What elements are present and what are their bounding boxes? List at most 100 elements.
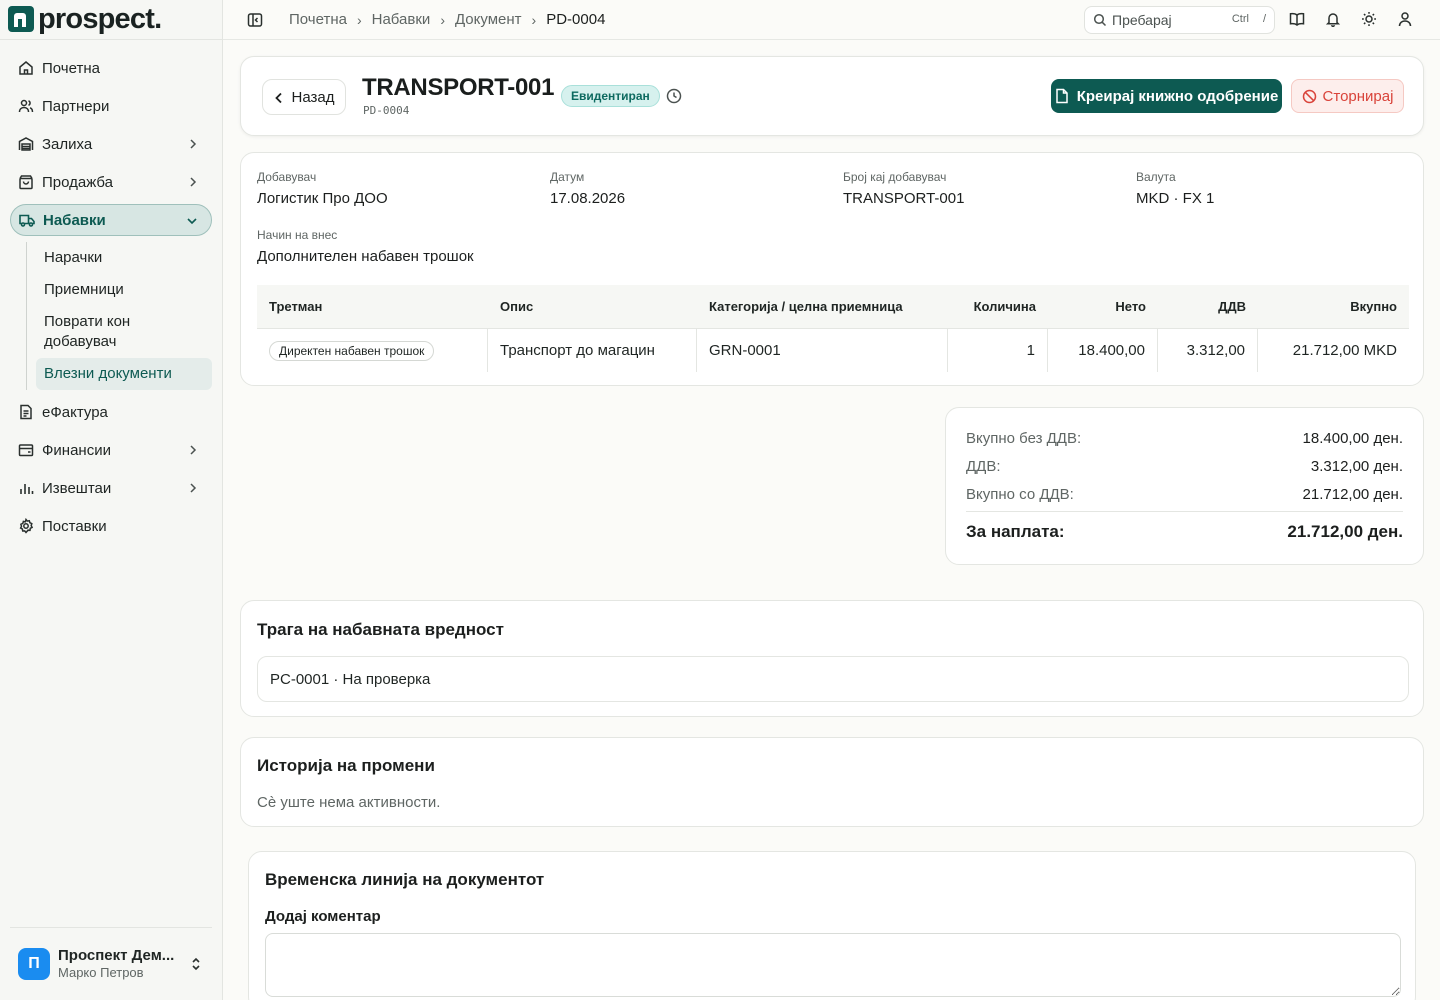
top-bar: Почетна › Набавки › Документ › PD-0004 П…	[223, 0, 1440, 40]
sidebar-item-label: Поставки	[42, 517, 107, 535]
breadcrumb: Почетна › Набавки › Документ › PD-0004	[289, 11, 605, 28]
history-empty-state: Сè уште нема активности.	[257, 794, 441, 811]
gross-total-value: 21.712,00 ден.	[1302, 486, 1403, 503]
document-header: Назад TRANSPORT-001 PD-0004 Евидентиран …	[240, 56, 1424, 136]
sidebar-subitem-incoming-documents[interactable]: Влезни документи	[36, 358, 212, 390]
book-open-icon[interactable]	[1289, 11, 1305, 27]
top-actions	[1289, 11, 1413, 28]
user-icon[interactable]	[1397, 11, 1413, 27]
sidebar-toggle-icon[interactable]	[247, 12, 263, 28]
truck-icon	[19, 212, 35, 228]
breadcrumb-purchasing[interactable]: Набавки	[372, 11, 431, 28]
purchasing-subnav: Нарачки Приемници Поврати кон добавувач …	[26, 242, 212, 390]
breadcrumb-document[interactable]: Документ	[455, 11, 522, 28]
cost-trace-section: Трага на набавната вредност PC-0001 · На…	[240, 600, 1424, 717]
currency-value: MKD · FX 1	[1136, 190, 1215, 207]
gear-icon	[18, 518, 34, 534]
home-icon	[18, 60, 34, 76]
sidebar-subitem-supplier-returns[interactable]: Поврати кон добавувач	[36, 306, 212, 358]
sidebar-subitem-orders[interactable]: Нарачки	[36, 242, 212, 274]
sidebar-item-label: Партнери	[42, 97, 110, 115]
sidebar-subitem-receipts[interactable]: Приемници	[36, 274, 212, 306]
shopping-bag-icon	[18, 174, 34, 190]
net-total-label: Вкупно без ДДВ:	[966, 430, 1082, 447]
sidebar-item-sales[interactable]: Продажба	[10, 166, 212, 198]
column-header: ДДВ	[1218, 299, 1246, 314]
amount-due-row: За наплата: 21.712,00 ден.	[966, 522, 1403, 542]
sidebar-item-inventory[interactable]: Залиха	[10, 128, 212, 160]
logo-text: prospect.	[38, 3, 162, 35]
sidebar-item-label: еФактура	[42, 403, 108, 421]
kbd-ctrl: Ctrl	[1231, 13, 1249, 25]
document-number: PD-0004	[363, 104, 410, 117]
quantity-cell: 1	[948, 329, 1048, 372]
org-name: Проспект Дем...	[58, 947, 175, 964]
section-title: Трага на набавната вредност	[257, 620, 504, 639]
column-header: Вкупно	[1350, 299, 1397, 314]
section-title: Историја на промени	[257, 756, 435, 775]
category-cell: GRN-0001	[697, 329, 948, 372]
back-button[interactable]: Назад	[262, 79, 346, 115]
sidebar-item-reports[interactable]: Извештаи	[10, 472, 212, 504]
gross-total-row: Вкупно со ДДВ: 21.712,00 ден.	[966, 486, 1403, 503]
table-row[interactable]: Директен набавен трошок Транспорт до маг…	[257, 329, 1409, 372]
bell-icon[interactable]	[1325, 11, 1341, 28]
date-label: Датум	[550, 170, 585, 184]
entry-method-label: Начин на внес	[257, 228, 338, 242]
chevron-right-icon	[186, 481, 200, 495]
comment-input[interactable]	[265, 933, 1401, 997]
sidebar-item-settings[interactable]: Поставки	[10, 510, 212, 542]
vat-cell: 3.312,00	[1158, 329, 1258, 372]
sidebar-item-label: Набавки	[43, 211, 106, 229]
breadcrumb-home[interactable]: Почетна	[289, 11, 347, 28]
sidebar-item-purchasing[interactable]: Набавки	[10, 204, 212, 236]
column-header: Количина	[973, 299, 1036, 314]
currency-field: Валута MKD · FX 1	[1136, 169, 1214, 209]
amount-due-label: За наплата:	[966, 522, 1065, 541]
sidebar-item-home[interactable]: Почетна	[10, 52, 212, 84]
chevron-right-icon	[186, 443, 200, 457]
chevron-right-icon	[186, 175, 200, 189]
clock-icon[interactable]	[666, 88, 682, 104]
sidebar-item-einvoice[interactable]: еФактура	[10, 396, 212, 428]
supplier-number-value: TRANSPORT-001	[843, 190, 965, 207]
chevron-right-icon	[186, 137, 200, 151]
comment-label: Додај коментар	[265, 908, 381, 925]
status-badge: Евидентиран	[561, 85, 660, 107]
users-icon	[18, 98, 34, 114]
gross-total-label: Вкупно со ДДВ:	[966, 486, 1074, 503]
sidebar-item-label: Продажба	[42, 173, 114, 191]
vat-total-value: 3.312,00 ден.	[1310, 458, 1403, 475]
search-icon	[1093, 13, 1107, 27]
sidebar-item-finance[interactable]: Финансии	[10, 434, 212, 466]
user-menu[interactable]: П Проспект Дем... Марко Петров	[18, 947, 208, 981]
chevron-right-icon: ›	[356, 11, 362, 28]
user-name: Марко Петров	[58, 965, 144, 980]
file-icon	[1055, 88, 1069, 104]
line-items-table: Третман Опис Категорија / целна приемниц…	[257, 285, 1409, 372]
document-details: Добавувач Логистик Про ДОО Датум 17.08.2…	[240, 152, 1424, 386]
sidebar-item-label: Финансии	[42, 441, 111, 459]
search-input[interactable]: Пребарај Ctrl /	[1084, 6, 1275, 34]
trace-entry[interactable]: PC-0001 · На проверка	[257, 656, 1409, 702]
column-header: Опис	[500, 299, 534, 314]
sidebar-divider	[10, 927, 212, 928]
totals-summary: Вкупно без ДДВ: 18.400,00 ден. ДДВ: 3.31…	[945, 407, 1424, 565]
sun-icon[interactable]	[1361, 11, 1377, 27]
cancel-document-button[interactable]: Сторнирај	[1291, 79, 1404, 113]
create-credit-note-button[interactable]: Креирај книжно одобрение	[1051, 79, 1282, 113]
total-cell: 21.712,00 MKD	[1292, 342, 1397, 359]
sidebar-item-partners[interactable]: Партнери	[10, 90, 212, 122]
net-total-row: Вкупно без ДДВ: 18.400,00 ден.	[966, 430, 1403, 447]
chevron-down-icon	[185, 214, 199, 228]
avatar: П	[18, 948, 50, 980]
sidebar: prospect. Почетна Партнери Залиха Продаж…	[0, 0, 223, 1000]
supplier-number-field: Број кај добавувач TRANSPORT-001	[843, 169, 964, 209]
bar-chart-icon	[18, 480, 34, 496]
date-field: Датум 17.08.2026	[550, 169, 625, 209]
vat-total-row: ДДВ: 3.312,00 ден.	[966, 458, 1403, 475]
section-title: Временска линија на документот	[265, 870, 545, 889]
back-button-label: Назад	[291, 88, 335, 106]
app-logo[interactable]: prospect.	[8, 3, 162, 35]
create-credit-note-label: Креирај книжно одобрение	[1076, 87, 1279, 105]
